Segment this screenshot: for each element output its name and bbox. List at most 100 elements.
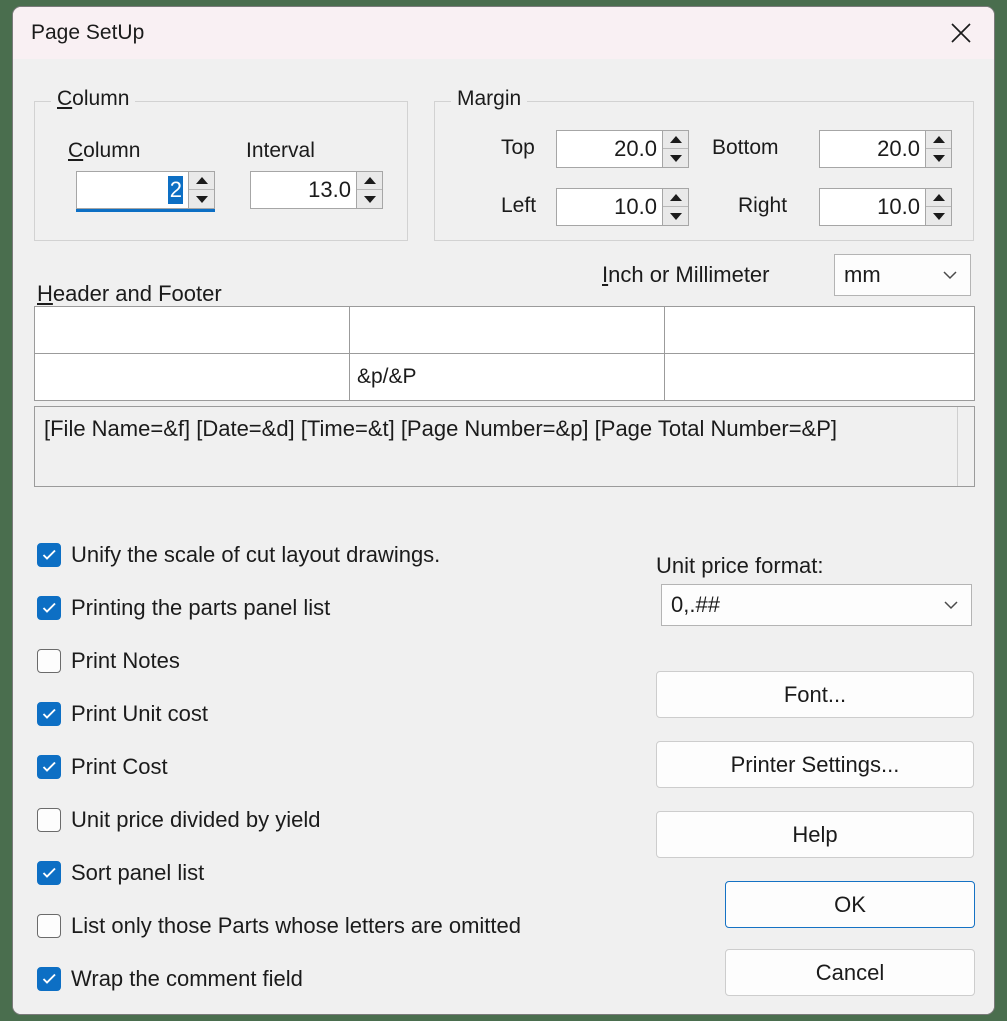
option-label: Print Cost	[71, 754, 168, 779]
footer-left-field[interactable]	[34, 353, 350, 401]
option-print-notes[interactable]: Print Notes	[37, 648, 180, 674]
checkbox-checked-icon	[37, 967, 61, 991]
interval-spinner-arrows	[356, 172, 382, 208]
option-print-unit-cost[interactable]: Print Unit cost	[37, 701, 208, 727]
option-print-cost[interactable]: Print Cost	[37, 754, 168, 780]
margin-bottom-value[interactable]: 20.0	[820, 131, 925, 167]
margin-left-label: Left	[501, 194, 537, 217]
chevron-up-icon	[363, 177, 376, 184]
margin-right-up-button[interactable]	[926, 189, 951, 207]
header-center-field[interactable]	[349, 306, 665, 354]
chevron-up-icon	[932, 194, 945, 201]
checkbox-checked-icon	[37, 755, 61, 779]
option-label: List only those Parts whose letters are …	[71, 913, 521, 938]
interval-field-label: Interval	[246, 139, 315, 162]
help-text-scroll-gutter	[957, 407, 974, 486]
chevron-down-icon	[669, 212, 682, 220]
margin-top-up-button[interactable]	[663, 131, 688, 149]
margin-top-spinner[interactable]: 20.0	[556, 130, 689, 168]
header-footer-label: Header and Footer	[37, 281, 222, 306]
margin-left-up-button[interactable]	[663, 189, 688, 207]
footer-center-field[interactable]: &p/&P	[349, 353, 665, 401]
checkbox-checked-icon	[37, 861, 61, 885]
column-field-label: Column	[68, 139, 141, 162]
cancel-button[interactable]: Cancel	[725, 949, 975, 996]
margin-top-value[interactable]: 20.0	[557, 131, 662, 167]
margin-group-legend: Margin	[451, 87, 528, 111]
margin-bottom-up-button[interactable]	[926, 131, 951, 149]
title-bar: Page SetUp	[13, 7, 994, 59]
margin-bottom-down-button[interactable]	[926, 149, 951, 167]
chevron-down-icon	[195, 195, 208, 203]
interval-value[interactable]: 13.0	[251, 172, 356, 208]
margin-bottom-spinner[interactable]: 20.0	[819, 130, 952, 168]
option-label: Print Notes	[71, 648, 180, 673]
margin-left-value[interactable]: 10.0	[557, 189, 662, 225]
header-footer-help-text: [File Name=&f] [Date=&d] [Time=&t] [Page…	[34, 406, 975, 487]
option-label: Unit price divided by yield	[71, 807, 321, 832]
option-label: Unify the scale of cut layout drawings.	[71, 542, 441, 567]
help-button[interactable]: Help	[656, 811, 974, 858]
chevron-down-icon	[930, 269, 970, 281]
font-button[interactable]: Font...	[656, 671, 974, 718]
unit-price-format-value: 0,.##	[671, 592, 720, 617]
option-label: Printing the parts panel list	[71, 595, 331, 620]
interval-spinner-down-button[interactable]	[357, 190, 382, 208]
option-label: Wrap the comment field	[71, 966, 303, 991]
ok-button[interactable]: OK	[725, 881, 975, 928]
margin-right-down-button[interactable]	[926, 207, 951, 225]
margin-right-label: Right	[738, 194, 788, 217]
chevron-up-icon	[932, 136, 945, 143]
window-title: Page SetUp	[31, 20, 145, 44]
margin-top-label: Top	[501, 136, 535, 159]
header-footer-help-string: [File Name=&f] [Date=&d] [Time=&t] [Page…	[44, 416, 837, 441]
printer-settings-button[interactable]: Printer Settings...	[656, 741, 974, 788]
close-button[interactable]	[928, 7, 994, 59]
checkbox-checked-icon	[37, 702, 61, 726]
margin-top-down-button[interactable]	[663, 149, 688, 167]
chevron-down-icon	[363, 195, 376, 203]
unit-price-format-combobox[interactable]: 0,.##	[661, 584, 972, 626]
column-focus-underline	[76, 209, 215, 212]
checkbox-unchecked-icon	[37, 649, 61, 673]
option-wrap-comment-field[interactable]: Wrap the comment field	[37, 966, 303, 992]
close-icon	[948, 20, 974, 46]
option-unit-price-divided-by-yield[interactable]: Unit price divided by yield	[37, 807, 320, 833]
header-left-field[interactable]	[34, 306, 350, 354]
column-spinner[interactable]: 2	[76, 171, 215, 209]
checkbox-unchecked-icon	[37, 914, 61, 938]
margin-left-spinner-arrows	[662, 189, 688, 225]
dialog-body: Column Column 2 Interval 13.0 Margin Top…	[13, 59, 994, 1014]
chevron-down-icon	[932, 154, 945, 162]
option-sort-panel-list[interactable]: Sort panel list	[37, 860, 204, 886]
option-list-only-omitted-parts[interactable]: List only those Parts whose letters are …	[37, 913, 521, 939]
chevron-up-icon	[669, 194, 682, 201]
units-label: Inch or Millimeter	[602, 262, 770, 287]
units-combobox[interactable]: mm	[834, 254, 971, 296]
option-unify-scale[interactable]: Unify the scale of cut layout drawings.	[37, 542, 440, 568]
chevron-down-icon	[932, 212, 945, 220]
page-setup-dialog: Page SetUp Column Column 2 Interval 13.0	[12, 6, 995, 1015]
interval-spinner-up-button[interactable]	[357, 172, 382, 190]
checkbox-unchecked-icon	[37, 808, 61, 832]
margin-right-value[interactable]: 10.0	[820, 189, 925, 225]
chevron-down-icon	[669, 154, 682, 162]
margin-right-spinner[interactable]: 10.0	[819, 188, 952, 226]
column-spinner-arrows	[188, 172, 214, 208]
column-value[interactable]: 2	[77, 172, 188, 208]
interval-spinner[interactable]: 13.0	[250, 171, 383, 209]
footer-right-field[interactable]	[664, 353, 975, 401]
checkbox-checked-icon	[37, 543, 61, 567]
chevron-up-icon	[195, 177, 208, 184]
column-spinner-down-button[interactable]	[189, 190, 214, 208]
margin-left-down-button[interactable]	[663, 207, 688, 225]
header-right-field[interactable]	[664, 306, 975, 354]
chevron-down-icon	[931, 599, 971, 611]
margin-right-spinner-arrows	[925, 189, 951, 225]
margin-bottom-spinner-arrows	[925, 131, 951, 167]
column-group-legend: Column	[51, 87, 136, 111]
unit-price-format-label: Unit price format:	[656, 553, 824, 578]
margin-left-spinner[interactable]: 10.0	[556, 188, 689, 226]
option-printing-parts-panel-list[interactable]: Printing the parts panel list	[37, 595, 330, 621]
column-spinner-up-button[interactable]	[189, 172, 214, 190]
